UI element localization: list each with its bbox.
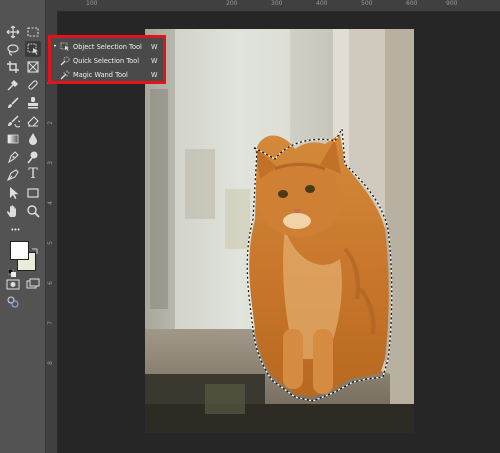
flyout-item-label: Quick Selection Tool — [73, 56, 140, 65]
frame-icon — [27, 61, 39, 73]
hand-icon — [7, 205, 16, 217]
rect-marquee-icon — [27, 27, 39, 37]
shortcut-key: W — [151, 70, 158, 79]
ruler-mark: 500 — [361, 0, 373, 7]
flyout-item-quick-selection[interactable]: Quick Selection Tool W — [51, 54, 163, 67]
quick-mask-button[interactable] — [5, 276, 21, 292]
brush-tool[interactable] — [5, 95, 21, 111]
zoom-icon — [27, 205, 40, 218]
magic-wand-icon — [59, 69, 71, 80]
ruler-mark: 6 — [47, 281, 54, 285]
ruler-mark: 4 — [47, 201, 54, 205]
lasso-tool[interactable] — [5, 42, 21, 58]
flyout-item-magic-wand[interactable]: Magic Wand Tool W — [51, 68, 163, 81]
pen-tool-2[interactable] — [5, 167, 21, 183]
shortcut-key: W — [151, 42, 158, 51]
swap-colors-icon[interactable] — [31, 240, 39, 254]
dodge-icon — [27, 151, 38, 164]
pen-tool[interactable] — [5, 149, 21, 165]
object-selection-icon — [27, 43, 38, 55]
tools-panel: T ••• — [0, 0, 46, 453]
arrow-icon — [10, 187, 19, 199]
crop-icon — [7, 61, 19, 73]
more-tools[interactable]: ••• — [5, 222, 25, 238]
eraser-tool[interactable] — [25, 113, 41, 129]
marquee-tool[interactable] — [25, 24, 41, 40]
stamp-icon — [28, 97, 38, 109]
ellipsis-icon: ••• — [10, 226, 20, 234]
pen-icon — [6, 169, 19, 182]
dodge-tool[interactable] — [25, 149, 41, 165]
hand-tool[interactable] — [5, 203, 21, 219]
shape-tool[interactable] — [25, 185, 41, 201]
eraser-icon — [27, 116, 39, 127]
stamp-tool[interactable] — [25, 95, 41, 111]
history-brush-tool[interactable] — [5, 113, 21, 129]
ruler-mark: 3 — [47, 161, 54, 165]
ruler-mark: 5 — [47, 241, 54, 245]
object-selection-icon — [59, 41, 71, 52]
quick-selection-icon — [59, 55, 71, 66]
shortcut-key: W — [151, 56, 158, 65]
ruler-mark: 400 — [316, 0, 328, 7]
path-selection-tool[interactable] — [5, 185, 21, 201]
move-icon — [6, 25, 20, 39]
document-canvas[interactable] — [145, 29, 414, 433]
eyedropper-tool[interactable] — [5, 77, 21, 93]
selection-tools-flyout: • Object Selection Tool W Quick Selectio… — [48, 35, 166, 84]
screen-mode-button[interactable] — [25, 276, 41, 292]
move-tool[interactable] — [5, 24, 21, 40]
type-tool[interactable]: T — [25, 166, 41, 182]
brush-icon — [8, 97, 19, 108]
crop-tool[interactable] — [5, 59, 21, 75]
top-ruler: 100 200 300 400 500 600 900 — [46, 0, 500, 12]
ruler-mark: 100 — [86, 0, 98, 7]
history-brush-icon — [8, 115, 20, 128]
flyout-item-label: Object Selection Tool — [73, 42, 142, 51]
ruler-mark: 7 — [47, 321, 54, 325]
share-icon — [7, 296, 19, 308]
rectangle-icon — [27, 188, 39, 198]
zoom-tool[interactable] — [25, 203, 41, 219]
cat-photo — [145, 29, 414, 433]
gradient-icon — [7, 134, 19, 144]
ruler-mark: 200 — [226, 0, 238, 7]
blur-tool[interactable] — [25, 131, 41, 147]
ruler-mark: 300 — [271, 0, 283, 7]
ruler-mark: 900 — [446, 0, 458, 7]
healing-icon — [28, 80, 38, 90]
type-icon: T — [28, 166, 38, 182]
quick-mask-icon — [6, 279, 20, 290]
screen-mode-icon — [26, 278, 40, 289]
foreground-color-swatch[interactable] — [10, 241, 29, 260]
frame-tool[interactable] — [25, 59, 41, 75]
ruler-mark: 600 — [406, 0, 418, 7]
selected-indicator: • — [53, 43, 57, 50]
blur-drop-icon — [29, 133, 37, 145]
flyout-item-object-selection[interactable]: • Object Selection Tool W — [51, 40, 163, 53]
lasso-icon — [7, 44, 19, 56]
eyedropper-icon — [7, 80, 18, 91]
pen-icon — [8, 151, 19, 164]
healing-brush-tool[interactable] — [25, 77, 41, 93]
share-button[interactable] — [5, 294, 21, 310]
object-selection-tool[interactable] — [25, 41, 41, 57]
ruler-mark: 2 — [47, 121, 54, 125]
gradient-tool[interactable] — [5, 131, 21, 147]
ruler-mark: 8 — [47, 361, 54, 365]
default-colors-icon[interactable] — [7, 262, 16, 277]
flyout-item-label: Magic Wand Tool — [73, 70, 128, 79]
